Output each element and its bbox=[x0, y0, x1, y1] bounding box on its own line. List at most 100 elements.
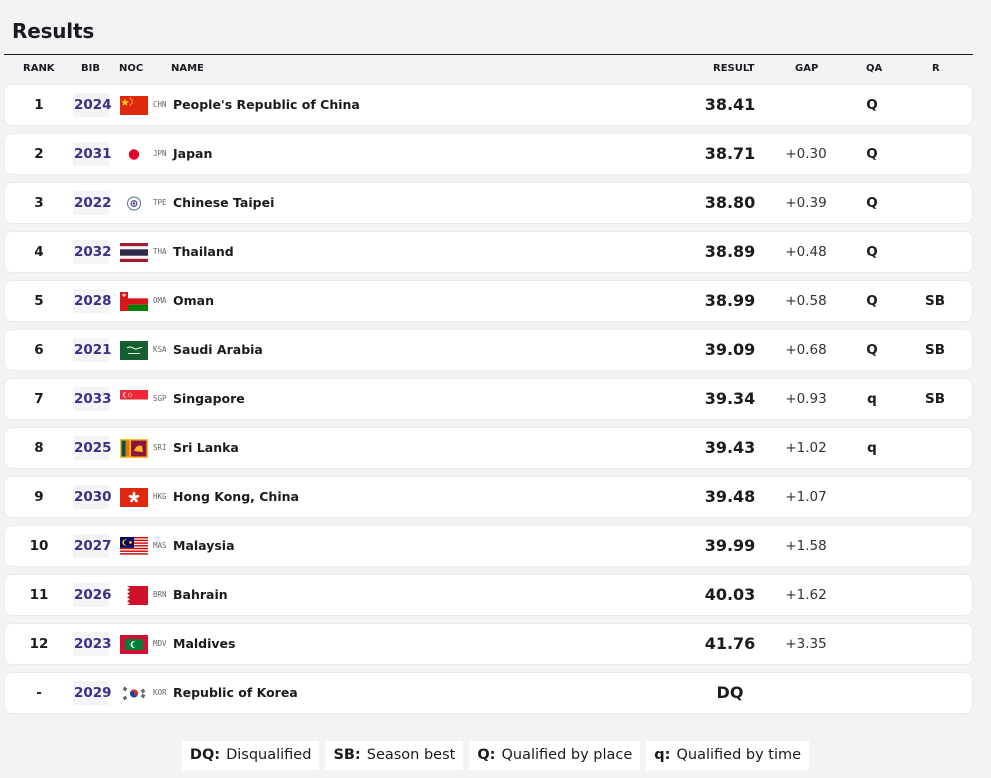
bib-number: 2025 bbox=[73, 436, 112, 460]
table-row[interactable]: 3 2022 TPE Chinese Taipei 38.80 +0.39 Q bbox=[5, 183, 972, 223]
brn-flag-icon bbox=[120, 586, 148, 605]
result-cell: 41.76 bbox=[704, 634, 756, 653]
bib-number: 2030 bbox=[73, 485, 112, 509]
gap-cell: +1.02 bbox=[785, 440, 827, 456]
rank-cell: 3 bbox=[34, 195, 44, 211]
team-name[interactable]: Singapore bbox=[173, 379, 245, 419]
legend-label: Qualified by place bbox=[501, 747, 633, 763]
bib-number: 2033 bbox=[73, 387, 112, 411]
qualification-cell bbox=[857, 575, 887, 615]
legend-item: q: Qualified by time bbox=[646, 741, 810, 770]
table-row[interactable]: 1 2024 CHN People's Republic of China 38.41 Q bbox=[5, 85, 972, 125]
legend-key: Q: bbox=[477, 747, 496, 763]
team-name[interactable]: Republic of Korea bbox=[173, 673, 298, 713]
legend-item: Q: Qualified by place bbox=[469, 741, 641, 770]
bib-number: 2023 bbox=[73, 632, 112, 656]
record-cell: SB bbox=[924, 391, 945, 407]
table-row[interactable]: 5 2028 OMA Oman 38.99 +0.58 Q SB bbox=[5, 281, 972, 321]
result-cell: 39.99 bbox=[704, 536, 756, 555]
tpe-flag-icon bbox=[120, 194, 148, 213]
rank-cell: 1 bbox=[34, 97, 44, 113]
gap-cell: +0.39 bbox=[785, 195, 827, 211]
table-row[interactable]: 12 2023 MDV Maldives 41.76 +3.35 bbox=[5, 624, 972, 664]
noc-code: HKG bbox=[153, 492, 167, 501]
legend-label: Season best bbox=[366, 747, 456, 763]
result-cell: 39.34 bbox=[704, 389, 756, 408]
table-row[interactable]: 2 2031 JPN Japan 38.71 +0.30 Q bbox=[5, 134, 972, 174]
rank-cell: 7 bbox=[34, 391, 44, 407]
gap-cell bbox=[775, 673, 837, 713]
team-name[interactable]: Bahrain bbox=[173, 575, 228, 615]
noc-code: MDV bbox=[153, 639, 167, 648]
gap-cell: +1.62 bbox=[785, 587, 827, 603]
gap-cell: +0.68 bbox=[785, 342, 827, 358]
table-row[interactable]: 6 2021 KSA Saudi Arabia 39.09 +0.68 Q SB bbox=[5, 330, 972, 370]
team-name[interactable]: Thailand bbox=[173, 232, 234, 272]
record-cell bbox=[915, 183, 955, 223]
rank-cell: 9 bbox=[34, 489, 44, 505]
legend-label: Qualified by time bbox=[676, 747, 802, 763]
bib-number: 2026 bbox=[73, 583, 112, 607]
result-cell: 38.80 bbox=[704, 193, 756, 212]
rank-cell: 10 bbox=[29, 538, 49, 554]
table-row[interactable]: 11 2026 BRN Bahrain 40.03 +1.62 bbox=[5, 575, 972, 615]
record-cell bbox=[915, 85, 955, 125]
legend-item: SB: Season best bbox=[325, 741, 464, 770]
table-row[interactable]: 9 2030 HKG Hong Kong, China 39.48 +1.07 bbox=[5, 477, 972, 517]
noc-code: TPE bbox=[153, 198, 167, 207]
team-name[interactable]: Hong Kong, China bbox=[173, 477, 299, 517]
table-row[interactable]: 8 2025 SRI Sri Lanka 39.43 +1.02 q bbox=[5, 428, 972, 468]
result-cell: 38.41 bbox=[704, 95, 756, 114]
hkg-flag-icon bbox=[120, 488, 148, 507]
table-row[interactable]: 4 2032 THA Thailand 38.89 +0.48 Q bbox=[5, 232, 972, 272]
team-name[interactable]: Oman bbox=[173, 281, 214, 321]
legend-label: Disqualified bbox=[226, 747, 312, 763]
result-cell: 39.48 bbox=[704, 487, 756, 506]
team-name[interactable]: Saudi Arabia bbox=[173, 330, 263, 370]
rank-cell: 6 bbox=[34, 342, 44, 358]
results-page: Results RANK BIB NOC NAME RESULT GAP QA … bbox=[0, 0, 991, 778]
table-row[interactable]: 7 2033 SGP Singapore 39.34 +0.93 q SB bbox=[5, 379, 972, 419]
noc-code: JPN bbox=[153, 149, 167, 158]
team-name[interactable]: Chinese Taipei bbox=[173, 183, 274, 223]
team-name[interactable]: People's Republic of China bbox=[173, 85, 360, 125]
gap-cell: +0.30 bbox=[785, 146, 827, 162]
team-name[interactable]: Sri Lanka bbox=[173, 428, 239, 468]
gap-cell: +0.48 bbox=[785, 244, 827, 260]
noc-code: CHN bbox=[153, 100, 167, 109]
bib-number: 2021 bbox=[73, 338, 112, 362]
noc-code: OMA bbox=[153, 296, 167, 305]
rank-cell: 8 bbox=[34, 440, 44, 456]
record-cell bbox=[915, 624, 955, 664]
qualification-cell bbox=[857, 673, 887, 713]
oma-flag-icon bbox=[120, 292, 148, 311]
qualification-cell: Q bbox=[866, 293, 878, 309]
team-name[interactable]: Japan bbox=[173, 134, 212, 174]
header-noc: NOC bbox=[119, 63, 144, 74]
header-bib: BIB bbox=[81, 63, 100, 74]
bib-number: 2024 bbox=[73, 93, 112, 117]
rank-cell: - bbox=[36, 685, 42, 701]
qualification-cell: q bbox=[867, 440, 877, 456]
table-row[interactable]: - 2029 KOR Republic of Korea DQ bbox=[5, 673, 972, 713]
kor-flag-icon bbox=[120, 684, 148, 703]
qualification-cell: Q bbox=[866, 146, 878, 162]
record-cell bbox=[915, 134, 955, 174]
result-cell: DQ bbox=[716, 683, 744, 702]
qualification-cell bbox=[857, 624, 887, 664]
legend: DQ: Disqualified SB: Season best Q: Qualified… bbox=[0, 741, 991, 770]
rank-cell: 5 bbox=[34, 293, 44, 309]
rank-cell: 12 bbox=[29, 636, 49, 652]
team-name[interactable]: Maldives bbox=[173, 624, 235, 664]
jpn-flag-icon bbox=[120, 145, 148, 164]
sri-flag-icon bbox=[120, 439, 148, 458]
record-cell bbox=[915, 232, 955, 272]
tha-flag-icon bbox=[120, 243, 148, 262]
noc-code: SGP bbox=[153, 394, 167, 403]
record-cell bbox=[915, 673, 955, 713]
table-row[interactable]: 10 2027 MAS Malaysia 39.99 +1.58 bbox=[5, 526, 972, 566]
qualification-cell: q bbox=[867, 391, 877, 407]
team-name[interactable]: Malaysia bbox=[173, 526, 235, 566]
legend-item: DQ: Disqualified bbox=[181, 741, 320, 770]
bib-number: 2031 bbox=[73, 142, 112, 166]
